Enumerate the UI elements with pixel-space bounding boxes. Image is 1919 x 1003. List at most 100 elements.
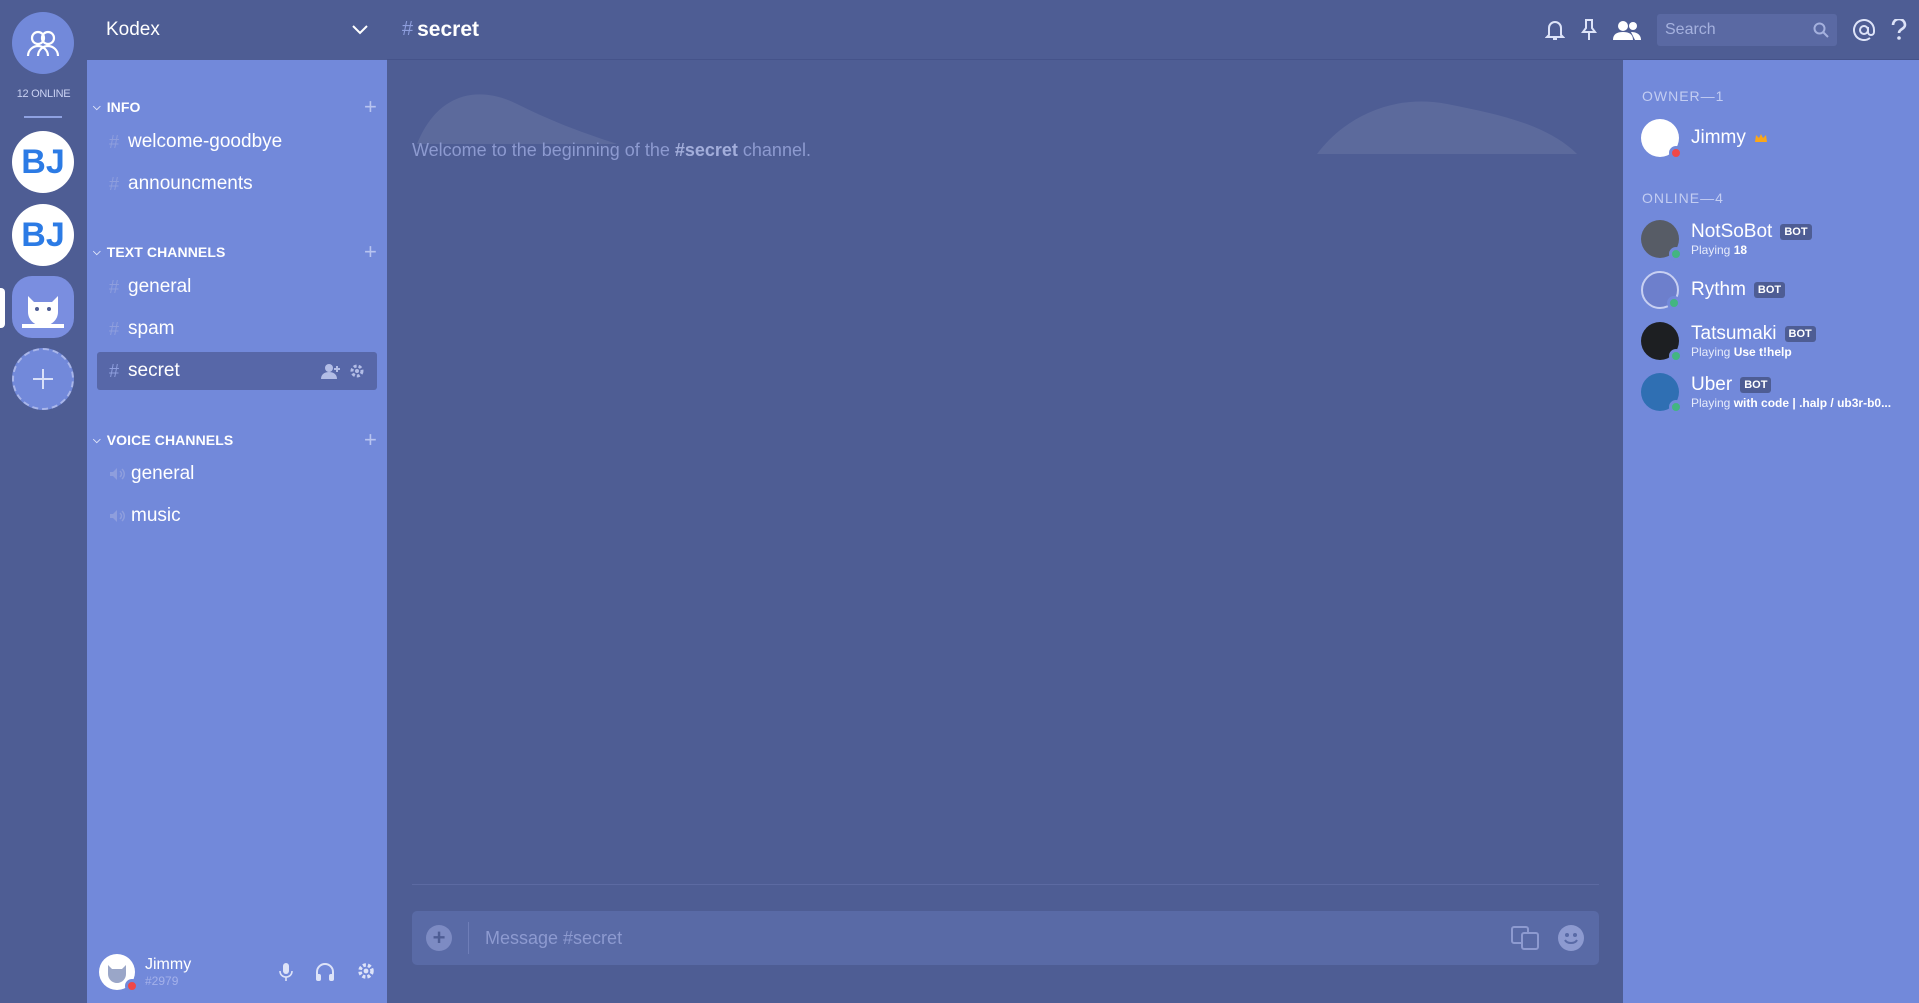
member-category-online: ONLINE—4 <box>1642 190 1724 206</box>
mentions-icon[interactable] <box>1853 19 1875 41</box>
guild-header[interactable]: Kodex <box>87 0 387 60</box>
member-activity: Playing with code | .halp / ub3r-b0... <box>1691 396 1891 410</box>
avatar <box>1641 220 1683 261</box>
channel-label: general <box>131 463 195 484</box>
search-input[interactable]: Search <box>1657 14 1837 46</box>
channel-title: secret <box>417 17 480 41</box>
server-logo-text: BJ <box>21 142 65 181</box>
guild-name: Kodex <box>106 19 160 40</box>
emoji-icon[interactable] <box>1557 924 1585 952</box>
member-rythm[interactable]: Rythm BOT <box>1641 268 1913 312</box>
bell-icon[interactable] <box>1545 19 1565 41</box>
chevron-down-icon: ⌵ <box>93 101 101 113</box>
channel-header: # secret Search <box>387 0 1919 60</box>
speaker-icon <box>110 468 125 480</box>
rail-separator <box>24 116 62 118</box>
member-category-owner: OWNER—1 <box>1642 88 1725 104</box>
message-composer: + <box>412 911 1599 965</box>
category-label: TEXT CHANNELS <box>106 244 226 260</box>
help-icon[interactable] <box>1891 19 1907 41</box>
activity-prefix: Playing <box>1691 345 1734 359</box>
member-list: OWNER—1 Jimmy ONLINE—4 NotSoBot BOT Play… <box>1623 60 1919 1003</box>
plus-icon <box>33 369 53 389</box>
online-status-dot <box>1669 247 1683 261</box>
activity-name: 18 <box>1733 243 1748 257</box>
chevron-down-icon: ⌵ <box>93 246 101 258</box>
crown-icon <box>1754 134 1767 142</box>
add-server-button[interactable] <box>12 348 74 410</box>
member-uber[interactable]: Uber BOT Playing with code | .halp / ub3… <box>1641 370 1913 414</box>
pin-icon[interactable] <box>1581 19 1597 41</box>
channel-label: secret <box>128 360 180 381</box>
server-icon-bj-1[interactable]: BJ <box>12 131 74 193</box>
member-tatsumaki[interactable]: Tatsumaki BOT Playing Use t!help <box>1641 319 1913 363</box>
welcome-prefix: Welcome to the beginning of the <box>412 140 675 160</box>
channel-label: music <box>131 505 181 526</box>
category-label: INFO <box>106 99 141 115</box>
member-jimmy[interactable]: Jimmy <box>1641 116 1913 160</box>
online-count: 12 ONLINE <box>16 88 71 100</box>
chevron-down-icon: ⌵ <box>93 434 101 446</box>
create-channel-icon[interactable]: + <box>364 96 377 118</box>
message-input[interactable] <box>485 927 1511 949</box>
search-placeholder: Search <box>1665 21 1716 38</box>
gear-icon[interactable] <box>357 962 375 980</box>
chat-area: Welcome to the beginning of the #secret … <box>387 60 1623 1003</box>
cat-avatar-icon <box>22 296 64 328</box>
chevron-down-icon <box>352 25 368 35</box>
category-text-channels[interactable]: ⌵ TEXT CHANNELS + <box>93 241 377 263</box>
category-label: VOICE CHANNELS <box>106 432 234 448</box>
welcome-suffix: channel. <box>737 140 811 160</box>
online-status-dot <box>1669 400 1683 414</box>
activity-name: Use t!help <box>1733 345 1792 359</box>
translate-icon[interactable] <box>1511 926 1539 950</box>
channel-welcome-text: Welcome to the beginning of the #secret … <box>412 140 811 161</box>
online-status-dot <box>1669 349 1683 363</box>
server-logo-text: BJ <box>21 215 65 254</box>
member-notsobot[interactable]: NotSoBot BOT Playing 18 <box>1641 217 1913 261</box>
speaker-icon <box>110 510 125 522</box>
bot-badge: BOT <box>1780 224 1812 240</box>
gear-icon[interactable] <box>349 363 365 379</box>
dnd-status-dot <box>125 979 139 993</box>
server-icon-bj-2[interactable]: BJ <box>12 204 74 266</box>
member-activity: Playing Use t!help <box>1691 345 1816 359</box>
channel-secret[interactable]: # secret <box>97 352 377 390</box>
channel-welcome-goodbye[interactable]: # welcome-goodbye <box>97 123 377 161</box>
channel-spam[interactable]: # spam <box>97 310 377 348</box>
category-info[interactable]: ⌵ INFO + <box>93 96 377 118</box>
channel-announcments[interactable]: # announcments <box>97 165 377 203</box>
hash-icon: # <box>109 173 120 194</box>
server-icon-kodex[interactable] <box>12 276 74 338</box>
avatar <box>1641 322 1683 363</box>
upload-button[interactable]: + <box>426 925 452 951</box>
friends-button[interactable] <box>12 12 74 74</box>
invite-user-icon[interactable] <box>321 363 341 379</box>
watermark-decoration <box>1317 101 1577 154</box>
category-voice-channels[interactable]: ⌵ VOICE CHANNELS + <box>93 429 377 451</box>
channel-general[interactable]: # general <box>97 268 377 306</box>
avatar[interactable] <box>99 954 139 993</box>
composer-divider-vertical <box>468 922 469 954</box>
channel-label: announcments <box>128 173 253 194</box>
welcome-channel: #secret <box>674 140 738 160</box>
locked-hash-icon: # <box>402 18 414 40</box>
headphones-icon[interactable] <box>315 962 335 982</box>
create-channel-icon[interactable]: + <box>364 241 377 263</box>
bot-badge: BOT <box>1753 282 1786 298</box>
avatar <box>1641 119 1683 160</box>
hash-icon: # <box>109 276 120 297</box>
user-discriminator: #2979 <box>145 974 179 988</box>
dnd-status-dot <box>1669 146 1683 160</box>
create-channel-icon[interactable]: + <box>364 429 377 451</box>
activity-prefix: Playing <box>1691 396 1734 410</box>
activity-name: with code | .halp / ub3r-b0... <box>1733 396 1892 410</box>
active-server-indicator <box>0 288 5 328</box>
member-list-icon[interactable] <box>1613 20 1641 40</box>
username: Jimmy <box>145 956 192 973</box>
voice-channel-general[interactable]: general <box>97 455 377 493</box>
voice-channel-music[interactable]: music <box>97 497 377 535</box>
search-icon <box>1813 22 1829 38</box>
microphone-icon[interactable] <box>279 962 293 982</box>
locked-hash-icon: # <box>109 360 120 381</box>
